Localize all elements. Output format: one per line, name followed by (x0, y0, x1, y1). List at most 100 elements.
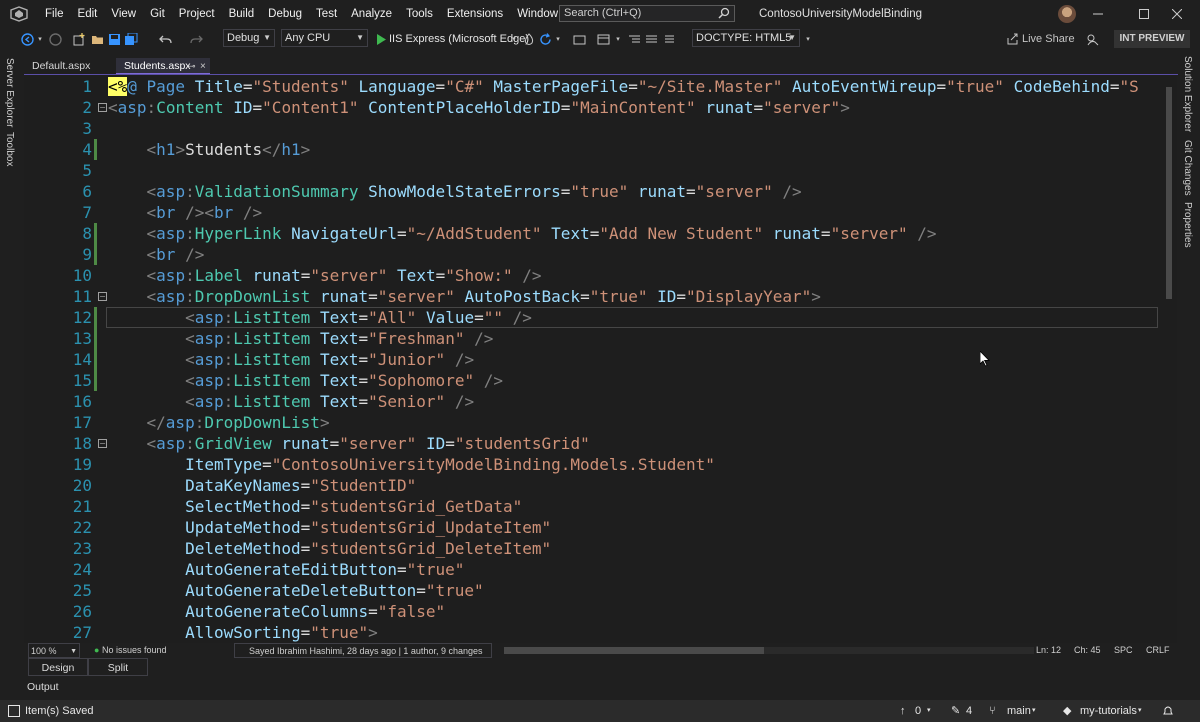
code-line[interactable]: 10 <asp:Label runat="server" Text="Show:… (24, 265, 1177, 286)
redo-icon[interactable] (189, 30, 203, 48)
format-document-icon[interactable] (627, 30, 641, 48)
browser-link-icon[interactable] (596, 30, 610, 48)
save-icon[interactable] (107, 30, 121, 48)
code-line[interactable]: 8 <asp:HyperLink NavigateUrl="~/AddStude… (24, 223, 1177, 244)
cursor-line[interactable]: Ln: 12 (1036, 643, 1061, 658)
toolbox-tab[interactable]: Toolbox (4, 132, 15, 166)
pencil-icon[interactable]: ✎ (951, 700, 960, 722)
code-line[interactable]: 9 <br /> (24, 244, 1177, 265)
commits-count[interactable]: 0 (915, 700, 921, 722)
open-folder-icon[interactable] (90, 30, 104, 48)
whitespace-mode[interactable]: SPC (1114, 643, 1133, 658)
menu-item-build[interactable]: Build (222, 0, 262, 28)
menu-item-analyze[interactable]: Analyze (344, 0, 399, 28)
scrollbar-thumb[interactable] (1166, 87, 1172, 299)
pin-icon[interactable]: ⊸ (188, 58, 196, 75)
git-blame-info[interactable]: Sayed Ibrahim Hashimi, 28 days ago | 1 a… (234, 643, 492, 658)
code-line[interactable]: 27 AllowSorting="true"> (24, 622, 1177, 643)
chevron-down-icon[interactable]: ▾ (510, 30, 518, 48)
code-line[interactable]: 22 UpdateMethod="studentsGrid_UpdateItem… (24, 517, 1177, 538)
collapse-icon[interactable]: − (98, 292, 107, 301)
code-line[interactable]: 15 <asp:ListItem Text="Sophomore" /> (24, 370, 1177, 391)
code-line[interactable]: 5 (24, 160, 1177, 181)
menu-item-tools[interactable]: Tools (399, 0, 440, 28)
play-icon[interactable] (375, 30, 387, 48)
forward-nav-icon[interactable] (48, 30, 62, 48)
scrollbar-thumb[interactable] (504, 647, 764, 654)
collapse-icon[interactable]: − (98, 103, 107, 112)
new-project-icon[interactable] (72, 30, 86, 48)
code-line[interactable]: 2− <asp:Content ID="Content1" ContentPlac… (24, 97, 1177, 118)
visual-studio-logo-icon[interactable] (0, 0, 38, 28)
properties-tab[interactable]: Properties (1182, 202, 1193, 248)
chevron-down-icon[interactable]: ▾ (804, 30, 812, 48)
menu-item-view[interactable]: View (104, 0, 143, 28)
arrow-up-icon[interactable]: ↑ (900, 700, 906, 722)
chevron-down-icon[interactable]: ▾ (554, 30, 562, 48)
code-line[interactable]: 16 <asp:ListItem Text="Senior" /> (24, 391, 1177, 412)
code-line[interactable]: 14 <asp:ListItem Text="Junior" /> (24, 349, 1177, 370)
comment-icon[interactable] (644, 30, 658, 48)
issues-indicator[interactable]: ● No issues found (94, 643, 167, 658)
code-editor[interactable]: 1 <%@ Page Title="Students" Language="C#"… (24, 75, 1177, 643)
horizontal-scrollbar[interactable] (504, 647, 1034, 654)
menu-item-file[interactable]: File (38, 0, 71, 28)
open-folder-icon[interactable] (572, 30, 586, 48)
code-line[interactable]: 23 DeleteMethod="studentsGrid_DeleteItem… (24, 538, 1177, 559)
menu-item-extensions[interactable]: Extensions (440, 0, 510, 28)
back-nav-icon[interactable] (20, 30, 34, 48)
code-line[interactable]: 19 ItemType="ContosoUniversityModelBindi… (24, 454, 1177, 475)
flame-icon[interactable] (522, 30, 536, 48)
line-ending[interactable]: CRLF (1146, 643, 1170, 658)
menu-item-test[interactable]: Test (309, 0, 344, 28)
undo-icon[interactable] (158, 30, 172, 48)
code-line[interactable]: 18− <asp:GridView runat="server" ID="stu… (24, 433, 1177, 454)
tab-default-aspx[interactable]: Default.aspx (24, 58, 112, 75)
uncomment-icon[interactable] (661, 30, 675, 48)
chevron-down-icon[interactable]: ▾ (1138, 700, 1142, 722)
output-tab[interactable]: Output (27, 681, 59, 693)
code-line[interactable]: 11− <asp:DropDownList runat="server" Aut… (24, 286, 1177, 307)
pending-changes-count[interactable]: 4 (966, 700, 972, 722)
menu-item-git[interactable]: Git (143, 0, 172, 28)
tab-students-aspx[interactable]: Students.aspx ⊸ × (116, 58, 210, 75)
code-line[interactable]: 20 DataKeyNames="StudentID" (24, 475, 1177, 496)
vertical-scrollbar[interactable] (1160, 75, 1177, 643)
repo-name[interactable]: my-tutorials (1080, 700, 1137, 722)
code-line[interactable]: 26 AutoGenerateColumns="false" (24, 601, 1177, 622)
menu-item-edit[interactable]: Edit (71, 0, 105, 28)
notifications-icon[interactable] (1162, 700, 1174, 722)
minimize-icon[interactable] (1075, 0, 1121, 28)
platform-select[interactable]: Any CPU ▼ (281, 29, 368, 47)
chevron-down-icon[interactable]: ▾ (614, 30, 622, 48)
server-explorer-tab[interactable]: Server Explorer (4, 58, 15, 127)
chevron-down-icon[interactable]: ▾ (927, 700, 931, 722)
chevron-down-icon[interactable]: ▾ (1032, 700, 1036, 722)
refresh-icon[interactable] (538, 30, 552, 48)
cursor-column[interactable]: Ch: 45 (1074, 643, 1101, 658)
zoom-select[interactable]: 100 % ▼ (28, 643, 80, 658)
solution-explorer-tab[interactable]: Solution Explorer (1182, 56, 1193, 132)
split-view-button[interactable]: Split (88, 658, 148, 676)
menu-item-project[interactable]: Project (172, 0, 222, 28)
code-line[interactable]: 25 AutoGenerateDeleteButton="true" (24, 580, 1177, 601)
code-line[interactable]: 12 <asp:ListItem Text="All" Value="" /> (24, 307, 1177, 328)
run-target-button[interactable]: IIS Express (Microsoft Edge) (389, 30, 529, 48)
code-line[interactable]: 24 AutoGenerateEditButton="true" (24, 559, 1177, 580)
design-view-button[interactable]: Design (28, 658, 88, 676)
menu-item-window[interactable]: Window (510, 0, 565, 28)
branch-icon[interactable]: ⑂ (989, 700, 996, 722)
account-avatar[interactable] (1058, 5, 1076, 23)
configuration-select[interactable]: Debug ▼ (223, 29, 275, 47)
collapse-icon[interactable]: − (98, 439, 107, 448)
search-input[interactable]: Search (Ctrl+Q) (559, 5, 735, 22)
code-line[interactable]: 3 (24, 118, 1177, 139)
code-line[interactable]: 21 SelectMethod="studentsGrid_GetData" (24, 496, 1177, 517)
repo-icon[interactable]: ◆ (1063, 700, 1071, 722)
git-changes-tab[interactable]: Git Changes (1182, 140, 1193, 196)
code-line[interactable]: 13 <asp:ListItem Text="Freshman" /> (24, 328, 1177, 349)
int-preview-badge[interactable]: INT PREVIEW (1114, 30, 1190, 48)
doctype-select[interactable]: DOCTYPE: HTML5 ▼ (692, 29, 800, 47)
close-tab-icon[interactable]: × (200, 58, 206, 75)
live-share-button[interactable]: Live Share (1022, 30, 1075, 48)
